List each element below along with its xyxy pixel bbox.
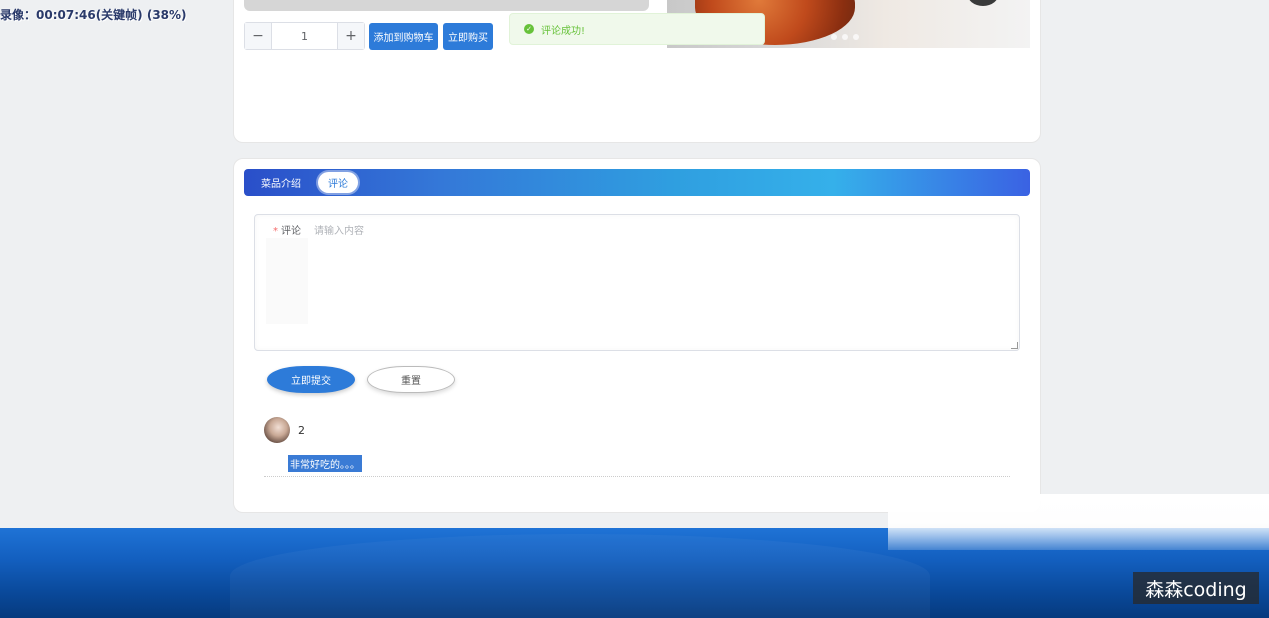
carousel-dot[interactable] [842,34,848,40]
comment-field-label: * 评论 [273,222,301,237]
carousel-indicators[interactable] [831,34,859,40]
required-mark: * [273,226,278,237]
tab-dish-intro[interactable]: 菜品介绍 [261,175,301,190]
success-check-icon: ✓ [524,24,534,34]
comment-divider [264,476,1010,477]
price-bar [244,0,649,11]
toast-message: 评论成功! [541,25,586,37]
add-to-cart-button[interactable]: 添加到购物车 [369,23,438,50]
comment-label-text: 评论 [281,226,301,237]
resize-handle-icon[interactable] [1011,342,1018,349]
success-toast: ✓ 评论成功! [509,13,765,45]
footer-decoration [230,534,930,618]
carousel-dot[interactable] [853,34,859,40]
buy-now-button[interactable]: 立即购买 [443,23,493,50]
carousel-dot[interactable] [831,34,837,40]
tab-comments[interactable]: 评论 [318,172,358,193]
increase-quantity-button[interactable]: + [337,23,364,49]
reset-button[interactable]: 重置 [367,366,455,393]
carousel-arrow-icon[interactable] [967,0,999,6]
decrease-quantity-button[interactable]: − [245,23,272,49]
comment-text: 非常好吃的。。。 [288,455,362,472]
tab-bar: 菜品介绍 评论 [244,169,1030,196]
avatar [264,417,290,443]
comment-textarea[interactable] [309,219,1009,343]
quantity-stepper[interactable]: − 1 + [244,22,365,50]
quantity-value[interactable]: 1 [272,23,337,49]
submit-button[interactable]: 立即提交 [267,366,355,393]
overlay-glow [888,494,1269,550]
watermark: 森森coding [1133,572,1259,604]
recording-label: 录像：00:07:46(关键帧) (38%) [0,8,187,22]
comment-username: 2 [298,424,305,437]
form-label-column [266,238,308,324]
